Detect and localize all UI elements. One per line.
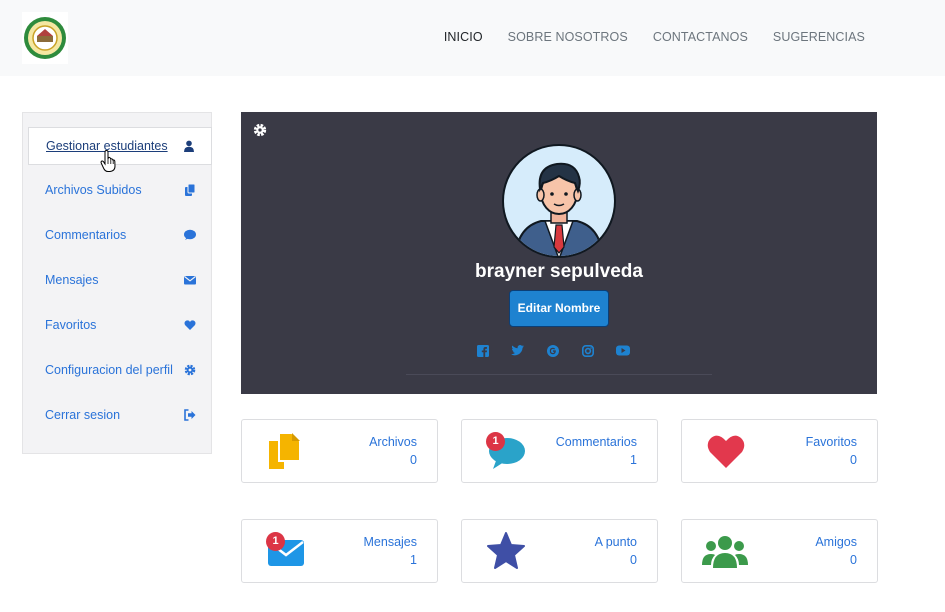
stat-value: 1: [630, 453, 637, 467]
main-nav: INICIO SOBRE NOSOTROS CONTACTANOS SUGERE…: [444, 30, 865, 44]
stat-value: 0: [630, 553, 637, 567]
sidebar-item-label: Mensajes: [45, 273, 99, 287]
stat-label: Archivos: [369, 435, 417, 449]
sidebar-item-label: Commentarios: [45, 228, 127, 242]
edit-name-button[interactable]: Editar Nombre: [509, 290, 609, 327]
social-links: [475, 343, 630, 358]
star-icon: [487, 532, 525, 569]
hand-cursor-icon: [100, 150, 116, 172]
google-icon[interactable]: [545, 343, 560, 358]
twitter-icon[interactable]: [510, 343, 525, 358]
sidebar-item-label: Configuracion del perfil: [45, 363, 173, 377]
stat-card-archivos[interactable]: Archivos 0: [241, 419, 438, 483]
sidebar-item-configuracion-del-perfil[interactable]: Configuracion del perfil: [23, 351, 212, 389]
stat-value: 1: [410, 553, 417, 567]
settings-gear-icon[interactable]: [253, 123, 267, 142]
sidebar-item-cerrar-sesion[interactable]: Cerrar sesion: [23, 396, 212, 434]
sidebar-item-archivos-subidos[interactable]: Archivos Subidos: [23, 171, 212, 209]
nav-inicio[interactable]: INICIO: [444, 30, 483, 44]
files-icon: [269, 432, 301, 469]
stat-value: 0: [850, 453, 857, 467]
users-icon: [702, 536, 748, 568]
stat-value: 0: [410, 453, 417, 467]
sidebar-item-gestionar-estudiantes[interactable]: Gestionar estudiantes: [28, 127, 212, 165]
stat-card-a-punto[interactable]: A punto 0: [461, 519, 658, 583]
stat-card-amigos[interactable]: Amigos 0: [681, 519, 878, 583]
sidebar-item-mensajes[interactable]: Mensajes: [23, 261, 212, 299]
stat-card-commentarios[interactable]: 1 Commentarios 1: [461, 419, 658, 483]
sidebar-item-label: Cerrar sesion: [45, 408, 121, 422]
logo[interactable]: [22, 12, 68, 64]
stat-label: Amigos: [815, 535, 857, 549]
sidebar-item-favoritos[interactable]: Favoritos: [23, 306, 212, 344]
divider: [406, 374, 712, 375]
sign-out-icon: [184, 409, 196, 421]
youtube-icon[interactable]: [615, 343, 630, 358]
nav-sobre-nosotros[interactable]: SOBRE NOSOTROS: [508, 30, 628, 44]
nav-contactanos[interactable]: CONTACTANOS: [653, 30, 748, 44]
stat-card-mensajes[interactable]: 1 Mensajes 1: [241, 519, 438, 583]
facebook-icon[interactable]: [475, 343, 490, 358]
envelope-icon: [184, 274, 196, 286]
stat-card-favoritos[interactable]: Favoritos 0: [681, 419, 878, 483]
sidebar-item-label: Favoritos: [45, 318, 97, 332]
comment-icon: [184, 229, 196, 241]
sidebar-item-commentarios[interactable]: Commentarios: [23, 216, 212, 254]
instagram-icon[interactable]: [580, 343, 595, 358]
gear-icon: [184, 364, 196, 376]
profile-name: brayner sepulveda: [475, 261, 643, 282]
stat-label: Favoritos: [805, 435, 857, 449]
avatar: [502, 144, 616, 258]
nav-sugerencias[interactable]: SUGERENCIAS: [773, 30, 865, 44]
heart-icon: [184, 319, 196, 331]
notification-badge: 1: [266, 532, 285, 551]
top-navbar: INICIO SOBRE NOSOTROS CONTACTANOS SUGERE…: [0, 0, 945, 76]
stat-label: A punto: [594, 535, 637, 549]
files-icon: [184, 184, 196, 196]
sidebar-item-label: Archivos Subidos: [45, 183, 142, 197]
stat-label: Mensajes: [363, 535, 418, 549]
user-icon: [183, 140, 195, 152]
notification-badge: 1: [486, 432, 505, 451]
stat-label: Commentarios: [555, 435, 637, 449]
profile-card: brayner sepulveda Editar Nombre: [241, 112, 877, 394]
stat-value: 0: [850, 553, 857, 567]
heart-icon: [707, 435, 745, 468]
